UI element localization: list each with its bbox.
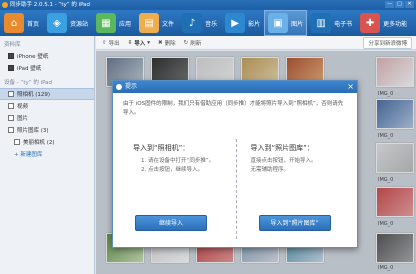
sidebar-item-label: 美丽相机 (2): [23, 140, 55, 146]
info-icon: [116, 84, 122, 90]
sidebar-item-label: 照片图库 (3): [17, 128, 49, 134]
sidebar-item-camera[interactable]: 照相机 (129): [0, 88, 94, 100]
refresh-label: 刷新: [190, 40, 202, 47]
new-album-link[interactable]: + 新建图库: [0, 148, 94, 160]
import-dialog: 提示 × 由于 iOS固件的限制，我们只有借助应用（同步推）才能将照片导入到“照…: [112, 80, 358, 248]
top-nav: ⌂ 首页 ◈ 资源站 ▦ 应用 ▤ 文件 ♪ 音乐 ▶ 影片 ▣ 图片 ▥ 电子书 ✚ 更多功能: [0, 10, 416, 36]
nav-item-label: 文件: [162, 20, 175, 28]
nav-item-home[interactable]: ⌂ 首页: [0, 10, 43, 36]
sidebar-item-video[interactable]: 视频: [0, 100, 94, 112]
library-heading: 资料库: [4, 42, 21, 48]
picture-icon: ▣: [268, 13, 289, 33]
close-window-button[interactable]: ✕: [405, 1, 414, 8]
nav-item-label: 应用: [119, 20, 132, 28]
toolbar: ⇧ 导出 ⇩ 导入 ▾ ✖ 删除 ↻ 刷新 分享到新浪微博: [96, 36, 416, 50]
nav-item-app[interactable]: ▦ 应用: [92, 10, 135, 36]
export-button[interactable]: ⇧ 导出: [102, 39, 120, 47]
nav-item-picture[interactable]: ▣ 图片: [264, 10, 308, 36]
sidebar-item-label: iPad 壁纸: [17, 66, 42, 72]
album-icon: [8, 127, 14, 133]
sidebar-item-pictures[interactable]: 图片: [0, 112, 94, 124]
library-import-option: 导入到“照片图库”： 直接点击按钮，开始导入。 无需辅助程序。 导入到“照片图库…: [237, 139, 350, 239]
nav-item-label: 音乐: [205, 20, 218, 28]
nav-item-video[interactable]: ▶ 影片: [221, 10, 264, 36]
refresh-button[interactable]: ↻ 刷新: [184, 39, 202, 47]
sidebar-item-iphone-wallpaper[interactable]: iPhone 壁纸: [0, 50, 94, 62]
app-icon: ▦: [96, 13, 117, 33]
picture-icon: [8, 115, 14, 121]
nav-item-label: 更多功能: [383, 20, 408, 28]
nav-item-label: 图片: [291, 20, 304, 28]
sidebar-item-label: 照相机 (129): [17, 92, 51, 98]
library-import-heading: 导入到“照片图库”：: [250, 144, 314, 152]
camera-import-step: 2. 点击按钮，继续导入。: [141, 167, 203, 173]
video-icon: ▶: [225, 13, 246, 33]
sidebar-item-label: 视频: [17, 104, 29, 110]
nav-item-resource[interactable]: ◈ 资源站: [43, 10, 92, 36]
import-options: 导入到“照相机”： 1. 请在设备中打开“同步推”。 2. 点击按钮，继续导入。…: [123, 139, 349, 239]
ebook-icon: ▥: [311, 13, 332, 33]
nav-item-label: 首页: [27, 20, 40, 28]
sidebar: 资料库 iPhone 壁纸 iPad 壁纸 设备 - “ty” 的 iPad 照…: [0, 36, 95, 274]
library-import-step: 无需辅助程序。: [250, 167, 290, 173]
close-icon[interactable]: ×: [347, 82, 354, 92]
nav-item-more[interactable]: ✚ 更多功能: [356, 10, 411, 36]
nav-item-file[interactable]: ▤ 文件: [135, 10, 178, 36]
dialog-description: 由于 iOS固件的限制，我们只有借助应用（同步推）才能将照片导入到“照相机”，否…: [123, 101, 344, 116]
refresh-icon: ↻: [183, 39, 189, 46]
camera-icon: [8, 91, 14, 97]
import-label: 导入: [134, 40, 146, 47]
folder-icon: [8, 65, 14, 71]
music-icon: ♪: [182, 13, 203, 33]
sidebar-item-photo-library[interactable]: 照片图库 (3): [0, 124, 94, 136]
sidebar-item-label: iPhone 壁纸: [17, 54, 49, 60]
import-icon: ⇩: [127, 39, 133, 46]
camera-import-option: 导入到“照相机”： 1. 请在设备中打开“同步推”。 2. 点击按钮，继续导入。…: [123, 139, 237, 239]
home-icon: ⌂: [4, 13, 24, 33]
sidebar-item-beauty-camera[interactable]: 美丽相机 (2): [0, 136, 94, 148]
continue-import-button[interactable]: 继续导入: [135, 215, 207, 231]
export-icon: ⇧: [102, 39, 107, 46]
library-import-step: 直接点击按钮，开始导入。: [250, 158, 317, 164]
device-heading: 设备 - “ty” 的 iPad: [4, 80, 53, 86]
nav-item-label: 资源站: [70, 20, 89, 28]
window-controls: — □ ✕: [385, 1, 414, 8]
sidebar-item-ipad-wallpaper[interactable]: iPad 壁纸: [0, 62, 94, 74]
nav-item-label: 影片: [248, 20, 261, 28]
nav-item-ebook[interactable]: ▥ 电子书: [307, 10, 356, 36]
window-title: 同步助手 2.0.5.1 - “ty” 的 iPad: [10, 2, 91, 8]
delete-label: 删除: [164, 40, 176, 47]
sidebar-item-label: + 新建图库: [14, 152, 43, 158]
chevron-down-icon: ▾: [147, 39, 151, 46]
folder-icon: [8, 53, 14, 59]
nav-item-label: 电子书: [334, 20, 353, 28]
minimize-button[interactable]: —: [385, 1, 394, 8]
nav-item-music[interactable]: ♪ 音乐: [178, 10, 221, 36]
app-logo-icon: [2, 2, 8, 8]
sidebar-item-label: 图片: [17, 116, 29, 122]
delete-icon: ✖: [158, 39, 163, 46]
dialog-header: 提示 ×: [113, 81, 357, 93]
camera-import-heading: 导入到“照相机”：: [133, 144, 190, 152]
dialog-title: 提示: [125, 83, 138, 90]
resource-icon: ◈: [47, 13, 68, 33]
title-bar: 同步助手 2.0.5.1 - “ty” 的 iPad — □ ✕: [0, 0, 416, 10]
video-icon: [8, 103, 14, 109]
maximize-button[interactable]: □: [395, 1, 404, 8]
import-to-library-button[interactable]: 导入到“照片图库”: [258, 215, 331, 231]
export-label: 导出: [108, 40, 120, 47]
share-weibo-button[interactable]: 分享到新浪微博: [363, 36, 412, 49]
more-icon: ✚: [360, 13, 381, 33]
album-icon: [14, 139, 20, 145]
camera-import-step: 1. 请在设备中打开“同步推”。: [141, 158, 215, 164]
file-icon: ▤: [139, 13, 160, 33]
import-button[interactable]: ⇩ 导入 ▾: [128, 39, 150, 47]
delete-button[interactable]: ✖ 删除: [158, 39, 176, 47]
